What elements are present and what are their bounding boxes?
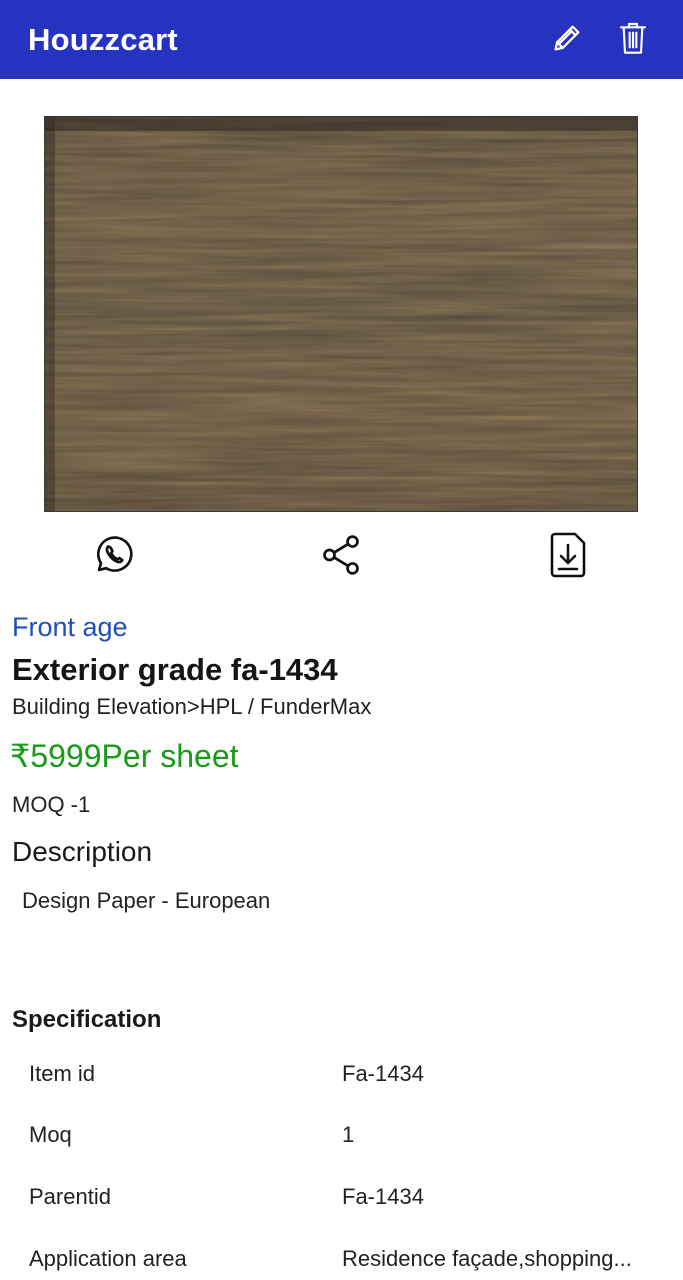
delete-button[interactable] — [615, 18, 651, 58]
edit-button[interactable] — [549, 18, 585, 58]
specification-heading: Specification — [12, 1006, 162, 1033]
app-bar-actions — [549, 18, 651, 58]
product-action-row — [0, 530, 683, 580]
whatsapp-icon — [96, 536, 133, 572]
share-button[interactable] — [316, 530, 366, 580]
spec-row: Item id Fa-1434 — [0, 1061, 683, 1101]
product-name: Exterior grade fa-1434 — [12, 652, 338, 687]
download-file-icon — [550, 532, 586, 578]
trash-icon — [619, 22, 647, 54]
wood-texture-image — [45, 117, 637, 511]
spec-key: Moq — [29, 1122, 72, 1147]
category-link[interactable]: Front age — [12, 612, 128, 643]
spec-key: Item id — [29, 1061, 96, 1086]
download-button[interactable] — [544, 530, 594, 580]
spec-row: Parentid Fa-1434 — [0, 1184, 683, 1224]
spec-value: Residence façade,shopping... — [342, 1246, 632, 1271]
pencil-icon — [554, 25, 580, 51]
breadcrumb: Building Elevation>HPL / FunderMax — [12, 694, 372, 719]
spec-value: Fa-1434 — [342, 1184, 424, 1209]
app-title: Houzzcart — [28, 21, 178, 57]
spec-value: 1 — [342, 1122, 355, 1147]
share-icon — [323, 535, 359, 575]
spec-key: Parentid — [29, 1184, 111, 1209]
spec-row: Moq 1 — [0, 1122, 683, 1162]
spec-row: Application area Residence façade,shoppi… — [0, 1246, 683, 1280]
description-heading: Description — [12, 836, 153, 867]
product-price: ₹5999Per sheet — [10, 738, 239, 774]
app-bar: Houzzcart — [0, 0, 683, 79]
whatsapp-share-button[interactable] — [89, 530, 139, 580]
spec-key: Application area — [29, 1246, 187, 1271]
product-image — [44, 116, 638, 512]
moq-label: MOQ -1 — [12, 792, 91, 817]
description-text: Design Paper - European — [22, 888, 271, 913]
spec-value: Fa-1434 — [342, 1061, 424, 1086]
